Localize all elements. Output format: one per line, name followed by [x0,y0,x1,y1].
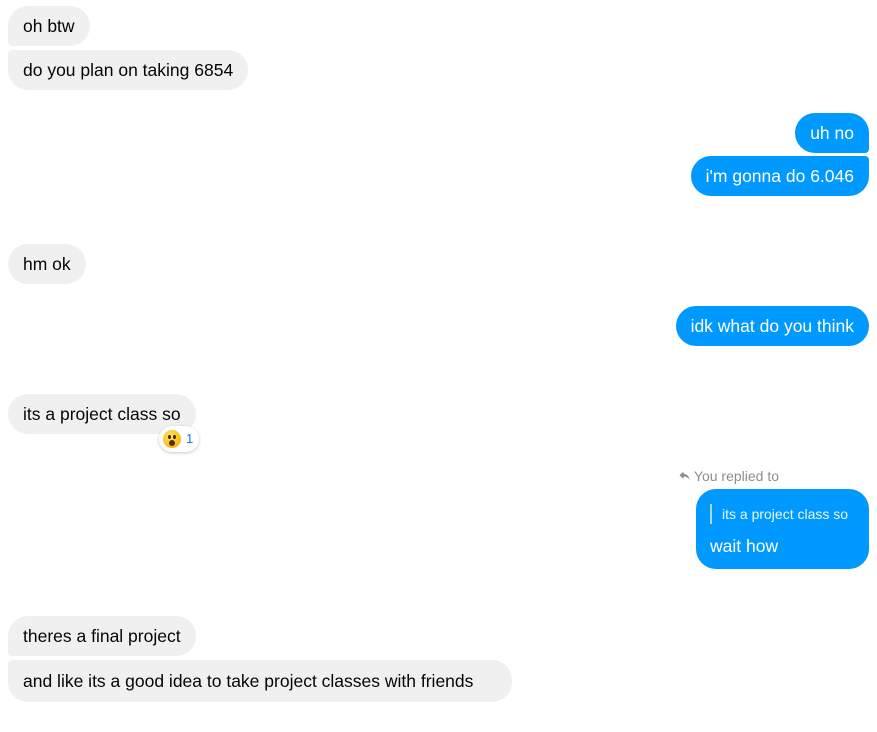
reaction-badge[interactable]: 1 [159,426,200,452]
message-bubble-uh-no[interactable]: uh no [795,113,869,153]
reply-arrow-icon [679,471,690,481]
message-text: hm ok [23,254,71,274]
message-text: oh btw [23,16,75,36]
surprised-face-emoji-icon [163,430,181,448]
message-text: wait how [710,536,779,556]
message-bubble-good-idea[interactable]: and like its a good idea to take project… [8,660,512,702]
message-bubble-oh-btw[interactable]: oh btw [8,6,90,46]
message-bubble-idk[interactable]: idk what do you think [675,306,869,346]
message-bubble-hm-ok[interactable]: hm ok [8,244,86,284]
replied-to-text: You replied to [693,468,779,484]
message-text: and like its a good idea to take project… [23,671,474,691]
message-text: do you plan on taking 6854 [23,60,234,80]
message-text: theres a final project [23,626,181,646]
message-text: uh no [810,123,854,143]
reaction-count: 1 [186,431,194,446]
replied-to-label: You replied to [679,466,779,486]
message-text: its a project class so [23,404,181,424]
message-text: i'm gonna do 6.046 [705,166,854,186]
message-bubble-final-project[interactable]: theres a final project [8,616,196,656]
message-bubble-gonna-do[interactable]: i'm gonna do 6.046 [690,156,869,196]
message-text: idk what do you think [690,316,854,336]
quoted-message[interactable]: its a project class so [710,504,855,524]
message-bubble-do-you-plan[interactable]: do you plan on taking 6854 [8,50,249,90]
reply-message-bubble[interactable]: its a project class so wait how [696,489,869,569]
